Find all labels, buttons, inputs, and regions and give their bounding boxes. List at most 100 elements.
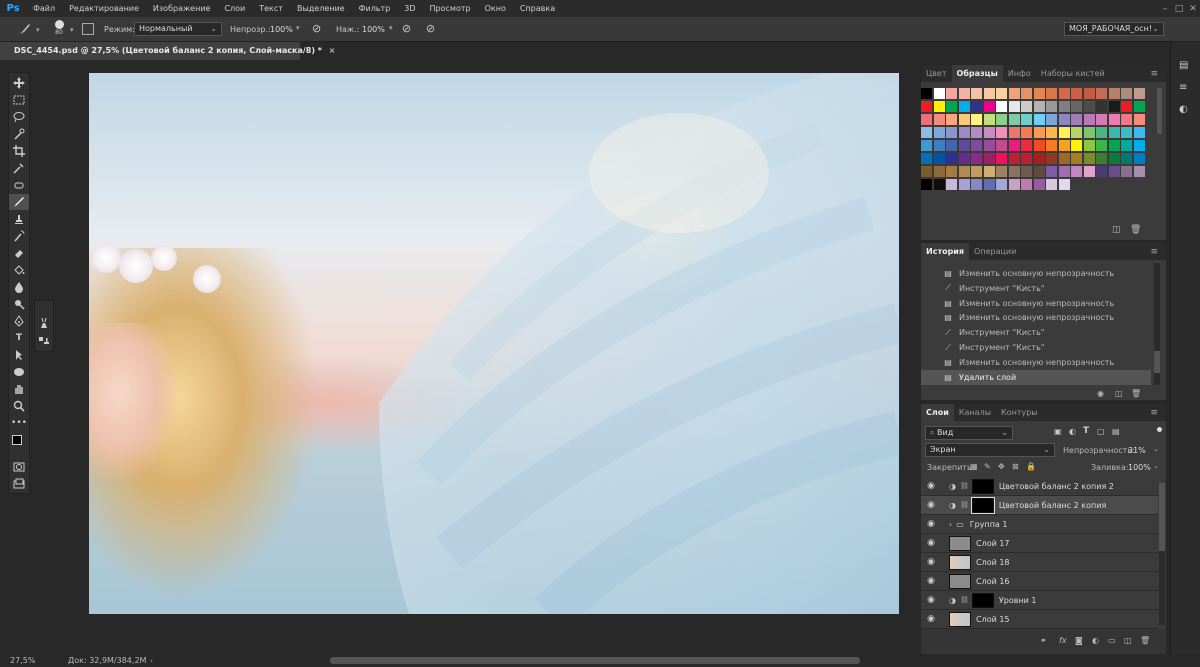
flow-value[interactable]: 100% bbox=[362, 25, 385, 34]
trash-icon[interactable]: 🗑 bbox=[1140, 636, 1150, 645]
color-swatch[interactable] bbox=[1108, 140, 1120, 151]
layer-filter-dropdown[interactable]: ⌕ Вид ⌄ bbox=[925, 426, 1013, 440]
pressure-opacity-icon[interactable]: ⊘ bbox=[312, 22, 326, 36]
color-swatch[interactable] bbox=[971, 127, 982, 138]
color-swatch[interactable] bbox=[1046, 166, 1057, 177]
tab-layers[interactable]: Слои bbox=[921, 404, 954, 421]
screen-mode-icon[interactable] bbox=[9, 476, 29, 492]
visibility-eye-icon[interactable]: ◉ bbox=[921, 576, 941, 586]
color-swatch[interactable] bbox=[946, 153, 957, 164]
color-swatch[interactable] bbox=[921, 127, 932, 138]
color-swatch[interactable] bbox=[971, 153, 982, 164]
crop-tool-icon[interactable] bbox=[9, 143, 29, 159]
color-swatch[interactable] bbox=[1058, 140, 1070, 151]
color-swatch[interactable] bbox=[1071, 101, 1082, 112]
menu-3d[interactable]: 3D bbox=[397, 0, 422, 17]
chevron-right-icon[interactable]: › bbox=[949, 520, 952, 529]
color-swatch[interactable] bbox=[921, 114, 932, 125]
visibility-eye-icon[interactable]: ◉ bbox=[921, 538, 941, 548]
visibility-eye-icon[interactable]: ◉ bbox=[921, 557, 941, 567]
color-swatch[interactable] bbox=[996, 127, 1007, 138]
history-item[interactable]: ⟋ Инструмент "Кисть" bbox=[921, 340, 1151, 355]
color-swatch[interactable] bbox=[933, 166, 945, 177]
blur-tool-icon[interactable] bbox=[9, 279, 29, 295]
color-swatch[interactable] bbox=[1033, 127, 1045, 138]
history-item[interactable]: ⟋ Инструмент "Кисть" bbox=[921, 281, 1151, 296]
lock-transparent-icon[interactable]: ▦ bbox=[970, 462, 978, 471]
quick-select-tool-icon[interactable] bbox=[9, 126, 29, 142]
clone-source-icon[interactable] bbox=[35, 333, 53, 349]
color-swatch[interactable] bbox=[958, 166, 970, 177]
layer-thumbnail[interactable] bbox=[949, 535, 971, 551]
chevron-down-icon[interactable]: ▾ bbox=[389, 24, 393, 32]
layer-opacity-value[interactable]: 31% bbox=[1128, 446, 1146, 455]
type-tool-icon[interactable]: T bbox=[9, 330, 29, 346]
mask-link-icon[interactable]: ⛓ bbox=[960, 482, 969, 490]
layer-row[interactable]: ◉ ◑ ⛓ Уровни 1 bbox=[921, 591, 1158, 610]
color-swatch[interactable] bbox=[1133, 101, 1145, 112]
new-swatch-icon[interactable]: ◫ bbox=[1112, 225, 1121, 235]
trash-icon[interactable]: 🗑 bbox=[1131, 389, 1141, 398]
brush-preset-picker[interactable]: 80 bbox=[52, 20, 66, 39]
color-swatch[interactable] bbox=[1121, 88, 1132, 99]
color-swatch[interactable] bbox=[1058, 166, 1070, 177]
brush-tool-icon[interactable] bbox=[9, 194, 29, 210]
zoom-level[interactable]: 27,5% bbox=[10, 656, 35, 665]
color-swatch[interactable] bbox=[933, 114, 945, 125]
color-swatch[interactable] bbox=[1046, 114, 1057, 125]
color-swatch[interactable] bbox=[1033, 114, 1045, 125]
color-swatch[interactable] bbox=[1108, 114, 1120, 125]
color-swatch[interactable] bbox=[1096, 88, 1107, 99]
layer-mask-thumbnail[interactable] bbox=[970, 496, 995, 514]
menu-view[interactable]: Просмотр bbox=[423, 0, 478, 17]
brush-settings-icon[interactable] bbox=[35, 315, 53, 331]
color-swatch[interactable] bbox=[933, 153, 945, 164]
layer-row[interactable]: ◉ › ▭ Группа 1 bbox=[921, 515, 1158, 534]
filter-smart-object-icon[interactable]: ▤ bbox=[1112, 427, 1120, 436]
color-swatch[interactable] bbox=[1071, 114, 1082, 125]
panel-menu-icon[interactable]: ≡ bbox=[1150, 247, 1166, 257]
color-swatch[interactable] bbox=[996, 179, 1007, 190]
clone-stamp-tool-icon[interactable] bbox=[9, 211, 29, 227]
color-swatch[interactable] bbox=[1058, 88, 1070, 99]
color-swatch[interactable] bbox=[1083, 140, 1095, 151]
menu-edit[interactable]: Редактирование bbox=[62, 0, 146, 17]
history-item[interactable]: ▤ Изменить основную непрозрачность bbox=[921, 310, 1151, 325]
color-swatch[interactable] bbox=[958, 153, 970, 164]
color-swatch[interactable] bbox=[933, 140, 945, 151]
layer-style-icon[interactable]: fx bbox=[1059, 636, 1067, 645]
color-swatch[interactable] bbox=[1121, 127, 1132, 138]
menu-select[interactable]: Выделение bbox=[290, 0, 352, 17]
new-group-icon[interactable]: ▭ bbox=[1108, 636, 1116, 645]
tab-paths[interactable]: Контуры bbox=[996, 404, 1043, 421]
color-swatch[interactable] bbox=[1008, 153, 1020, 164]
color-swatch[interactable] bbox=[1133, 153, 1145, 164]
filter-adjustment-icon[interactable]: ◐ bbox=[1069, 427, 1076, 436]
lock-all-icon[interactable]: 🔒 bbox=[1026, 462, 1036, 471]
color-swatch[interactable] bbox=[1046, 140, 1057, 151]
add-mask-icon[interactable]: ◙ bbox=[1075, 636, 1083, 645]
color-swatch[interactable] bbox=[1096, 140, 1107, 151]
color-swatch[interactable] bbox=[1021, 166, 1032, 177]
color-swatch[interactable] bbox=[1121, 114, 1132, 125]
swatches-scrollbar[interactable] bbox=[1157, 88, 1162, 134]
color-swatch[interactable] bbox=[971, 140, 982, 151]
color-swatch[interactable] bbox=[983, 140, 995, 151]
color-swatch[interactable] bbox=[1058, 127, 1070, 138]
fill-value[interactable]: 100% bbox=[1128, 463, 1151, 472]
color-swatch[interactable] bbox=[921, 88, 932, 99]
color-swatch[interactable] bbox=[1008, 179, 1020, 190]
color-swatch[interactable] bbox=[921, 179, 932, 190]
menu-window[interactable]: Окно bbox=[478, 0, 513, 17]
layer-thumbnail[interactable] bbox=[949, 611, 971, 627]
color-swatch[interactable] bbox=[983, 101, 995, 112]
color-swatch[interactable] bbox=[1046, 101, 1057, 112]
color-swatch[interactable] bbox=[921, 101, 932, 112]
layer-mask-thumbnail[interactable] bbox=[971, 478, 994, 494]
color-swatch[interactable] bbox=[921, 166, 932, 177]
layer-row[interactable]: ◉ Слой 16 bbox=[921, 572, 1158, 591]
history-item[interactable]: ▤ Изменить основную непрозрачность bbox=[921, 296, 1151, 311]
color-swatch[interactable] bbox=[1133, 166, 1145, 177]
color-swatch[interactable] bbox=[933, 127, 945, 138]
color-swatch[interactable] bbox=[983, 88, 995, 99]
